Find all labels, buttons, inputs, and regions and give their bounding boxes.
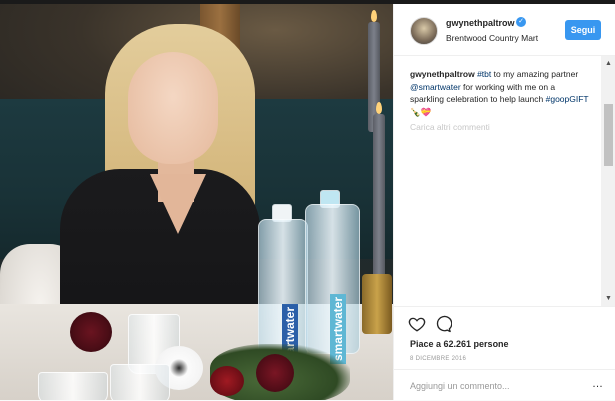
rose-flower <box>70 312 112 352</box>
candle <box>373 114 385 284</box>
rose-flower <box>210 366 244 396</box>
candle-flame <box>371 10 377 22</box>
load-more-comments-link[interactable]: Carica altri commenti <box>410 122 591 132</box>
post-sidebar: gwynethpaltrow ✓ Brentwood Country Mart … <box>393 4 615 400</box>
scroll-up-icon[interactable]: ▲ <box>604 59 613 68</box>
comments-scrollbar[interactable]: ▲ ▼ <box>601 56 615 306</box>
candle-flame <box>376 102 382 114</box>
caption-username[interactable]: gwynethpaltrow <box>410 69 475 79</box>
scrollbar-thumb[interactable] <box>604 104 613 166</box>
rose-flower <box>256 354 294 392</box>
post-header: gwynethpaltrow ✓ Brentwood Country Mart … <box>394 4 615 56</box>
comment-icon[interactable] <box>434 315 452 333</box>
candle-holder <box>362 274 392 334</box>
heart-icon[interactable] <box>408 315 426 333</box>
add-comment-bar: … <box>394 369 615 401</box>
glass <box>38 372 108 400</box>
glass <box>110 364 170 400</box>
scroll-down-icon[interactable]: ▼ <box>604 294 613 303</box>
caption-text: to my amazing partner <box>491 69 579 79</box>
jacket-neckline <box>150 174 206 234</box>
person-face <box>128 52 218 164</box>
mention-link[interactable]: @smartwater <box>410 82 461 92</box>
more-options-icon[interactable]: … <box>592 378 603 390</box>
post-date: 8 DICEMBRE 2016 <box>410 356 467 362</box>
comment-input[interactable] <box>410 379 590 393</box>
comments-area[interactable]: gwynethpaltrow #tbt to my amazing partne… <box>394 56 601 306</box>
post-caption: gwynethpaltrow #tbt to my amazing partne… <box>410 68 591 118</box>
hashtag-link[interactable]: #goopGIFT <box>546 94 589 104</box>
likes-count[interactable]: Piace a 62.261 persone <box>410 339 509 349</box>
location-link[interactable]: Brentwood Country Mart <box>446 33 538 43</box>
username-link[interactable]: gwynethpaltrow <box>446 18 515 28</box>
caption-emoji: 🍾💝 <box>410 106 432 117</box>
avatar[interactable] <box>410 17 438 45</box>
instagram-post-modal: smartwater smartwater gwynethpaltrow ✓ B… <box>0 0 615 400</box>
post-actions: Piace a 62.261 persone 8 DICEMBRE 2016 … <box>394 306 615 400</box>
hashtag-link[interactable]: #tbt <box>477 69 491 79</box>
post-photo[interactable]: smartwater smartwater <box>0 4 393 400</box>
follow-button[interactable]: Segui <box>565 20 601 40</box>
verified-badge-icon: ✓ <box>516 17 526 27</box>
